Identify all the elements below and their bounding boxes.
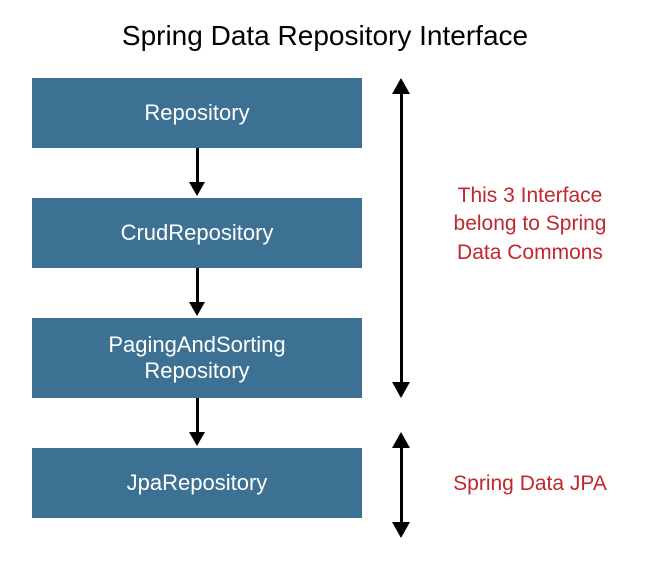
- annotation-jpa-text: Spring Data JPA: [453, 472, 607, 495]
- box-jpa-repository: JpaRepository: [32, 448, 362, 518]
- annotation-commons: This 3 Interface belong to Spring Data C…: [440, 182, 620, 267]
- box-paging-label-l1: PagingAndSorting: [108, 332, 285, 357]
- box-paging-label-l2: Repository: [144, 358, 249, 383]
- box-repository: Repository: [32, 78, 362, 148]
- box-jpa-label: JpaRepository: [127, 470, 268, 496]
- box-crud-repository: CrudRepository: [32, 198, 362, 268]
- diagram-stage: Repository CrudRepository PagingAndSorti…: [0, 62, 650, 582]
- box-crud-label: CrudRepository: [121, 220, 274, 246]
- box-paging-repository: PagingAndSorting Repository: [32, 318, 362, 398]
- box-repository-label: Repository: [144, 100, 249, 126]
- annotation-commons-l2: belong to Spring: [454, 212, 607, 235]
- annotation-jpa: Spring Data JPA: [440, 470, 620, 498]
- annotation-commons-l1: This 3 Interface: [458, 184, 603, 207]
- diagram-title: Spring Data Repository Interface: [0, 0, 650, 62]
- annotation-commons-l3: Data Commons: [457, 241, 603, 264]
- box-paging-label: PagingAndSorting Repository: [108, 332, 285, 385]
